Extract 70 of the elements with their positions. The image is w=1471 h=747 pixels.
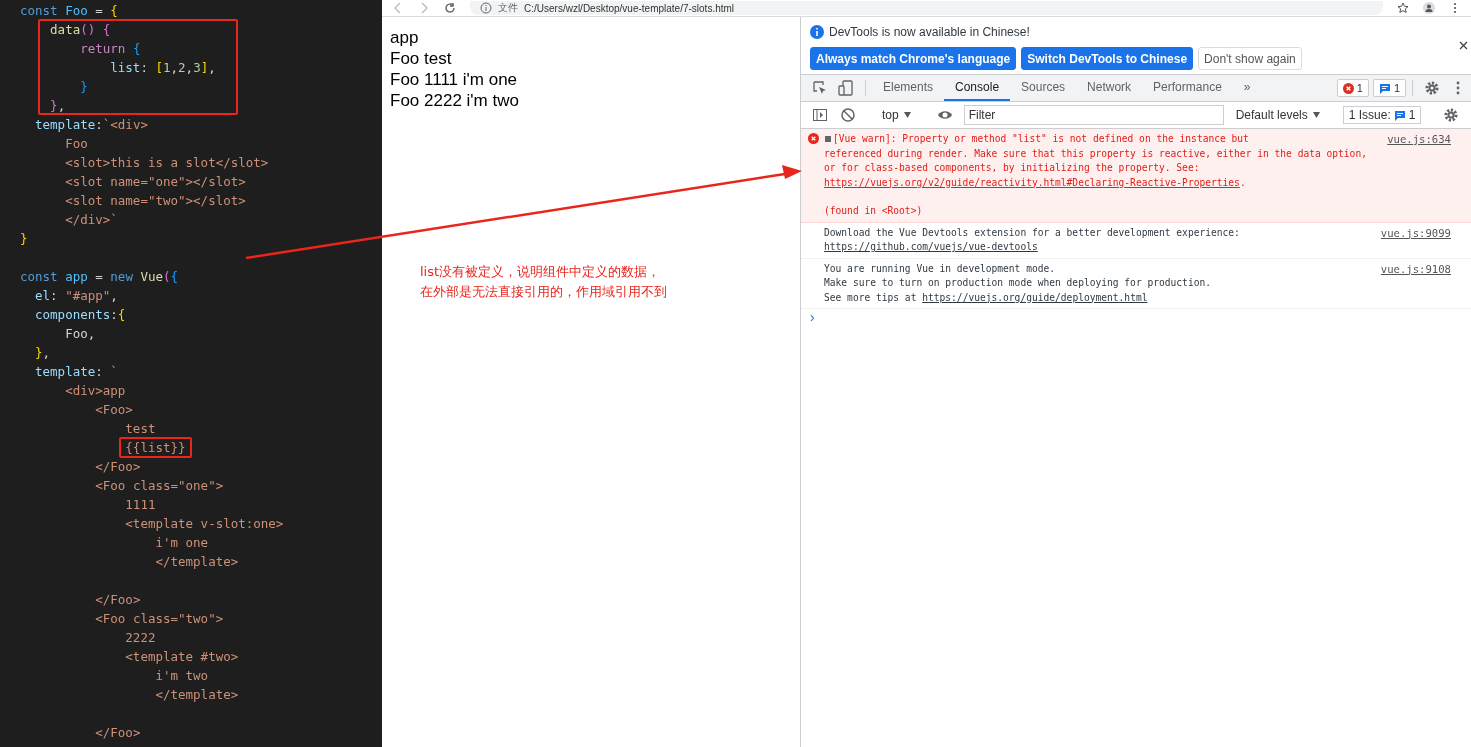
filter-field[interactable]: Filter bbox=[963, 105, 1224, 125]
code-line: el: "#app", bbox=[35, 287, 118, 304]
code-line: <div>app bbox=[65, 382, 126, 399]
code-line: </Foo> bbox=[95, 458, 141, 475]
code-line: const app = new Vue({ bbox=[20, 268, 179, 285]
code-line: components:{ bbox=[35, 306, 126, 323]
code-line: }, bbox=[50, 97, 66, 114]
infobar-button[interactable]: Don't show again bbox=[1198, 47, 1302, 70]
devtools-tab[interactable]: Sources bbox=[1010, 75, 1077, 101]
message-link[interactable]: https://vuejs.org/v2/guide/reactivity.html#Declaring-Reactive-Properties bbox=[824, 176, 1240, 188]
code-line: }, bbox=[35, 344, 51, 361]
source-link[interactable]: vue.js:634 bbox=[1387, 132, 1451, 147]
message-link[interactable]: https://vuejs.org/guide/deployment.html bbox=[922, 291, 1148, 303]
page-text: Foo test bbox=[390, 48, 452, 69]
page-text: Foo 2222 i'm two bbox=[390, 90, 519, 111]
code-line: <slot>this is a slot</slot> bbox=[65, 154, 269, 171]
devtools-tab[interactable]: Console bbox=[944, 75, 1011, 101]
security-label: 文件 bbox=[498, 1, 518, 15]
code-line: </Foo> bbox=[95, 724, 141, 741]
message-link[interactable]: https://github.com/vuejs/vue-devtools bbox=[824, 241, 1038, 252]
code-line: } bbox=[80, 78, 88, 95]
code-line: </template> bbox=[155, 553, 239, 570]
devtools-tab[interactable]: Elements bbox=[872, 75, 945, 101]
levels-dropdown[interactable]: Default levels bbox=[1229, 107, 1326, 123]
code-line: <Foo class="two"> bbox=[95, 610, 224, 627]
issues-button[interactable]: 1 Issue: 1 bbox=[1342, 106, 1422, 124]
context-dropdown[interactable]: top bbox=[878, 108, 915, 122]
code-line: template: ` bbox=[35, 363, 118, 380]
console-message: You are running Vue in development mode. Make sure to turn on production mode when deploying for production. See more tips at https://vuejs.org/guide/deployment.html bbox=[824, 261, 1212, 305]
code-line: Foo bbox=[65, 135, 88, 152]
message-count-badge[interactable]: 1 bbox=[1372, 79, 1406, 97]
code-line: <template #two> bbox=[125, 648, 239, 665]
url-text: C:/Users/wzl/Desktop/vue-template/7-slots.html bbox=[524, 2, 735, 14]
code-line: <slot name="two"></slot> bbox=[65, 192, 246, 209]
code-line: i'm one bbox=[155, 534, 209, 551]
code-line: return { bbox=[80, 40, 141, 57]
devtools-tab[interactable]: Performance bbox=[1142, 75, 1233, 101]
code-line: list: [1,2,3], bbox=[110, 59, 216, 76]
code-line: <Foo class="one"> bbox=[95, 477, 224, 494]
console-message: [Vue warn]: Property or method "list" is not defined on the instance but referenced during render. Make sure that this property is reactive, either in the data option, or for class-based components, by initializing the property. See: https://vuejs.org/v2/guide/reactivity.html#Declaring-Reactive-Properties. bbox=[824, 132, 1368, 190]
code-line: } bbox=[20, 230, 28, 247]
code-line: i'm two bbox=[155, 667, 209, 684]
page-text: Foo 1111 i'm one bbox=[390, 69, 518, 90]
console-prompt[interactable]: › bbox=[801, 309, 815, 325]
code-line: </div>` bbox=[65, 211, 118, 228]
devtools-tab[interactable]: Network bbox=[1076, 75, 1143, 101]
infobar-text: DevTools is now available in Chinese! bbox=[829, 25, 1030, 39]
source-link[interactable]: vue.js:9108 bbox=[1380, 261, 1451, 276]
code-line: template:`<div> bbox=[35, 116, 148, 133]
message-note: (found in <Root>) bbox=[824, 204, 923, 218]
code-line: test bbox=[125, 420, 156, 437]
annotation-text: list没有被定义，说明组件中定义的数据， 在外部是无法直接引用的，作用域引用不到 bbox=[420, 263, 667, 301]
code-line: data() { bbox=[50, 21, 111, 38]
source-link[interactable]: vue.js:9099 bbox=[1380, 225, 1451, 240]
code-line: const Foo = { bbox=[20, 2, 118, 19]
code-line: </Foo> bbox=[95, 591, 141, 608]
more-tabs-button[interactable]: » bbox=[1232, 75, 1262, 101]
code-line: <Foo> bbox=[95, 401, 133, 418]
page-text: app bbox=[390, 27, 419, 48]
code-line: <template v-slot:one> bbox=[125, 515, 284, 532]
console-message: Download the Vue Devtools extension for a better development experience: https://github.com/vuejs/vue-devtools bbox=[824, 225, 1241, 254]
code-line: 1111 bbox=[125, 496, 156, 513]
code-line: 2222 bbox=[125, 629, 156, 646]
infobar-button[interactable]: Switch DevTools to Chinese bbox=[1021, 47, 1194, 70]
code-line: Foo, bbox=[65, 325, 96, 342]
infobar-button[interactable]: Always match Chrome's language bbox=[810, 47, 1017, 70]
code-line: </template> bbox=[155, 686, 239, 703]
code-line: <slot name="one"></slot> bbox=[65, 173, 246, 190]
address-bar[interactable]: 文件 C:/Users/wzl/Desktop/vue-template/7-slots.html bbox=[470, 1, 1383, 15]
error-count-badge[interactable]: 1 bbox=[1336, 79, 1369, 97]
